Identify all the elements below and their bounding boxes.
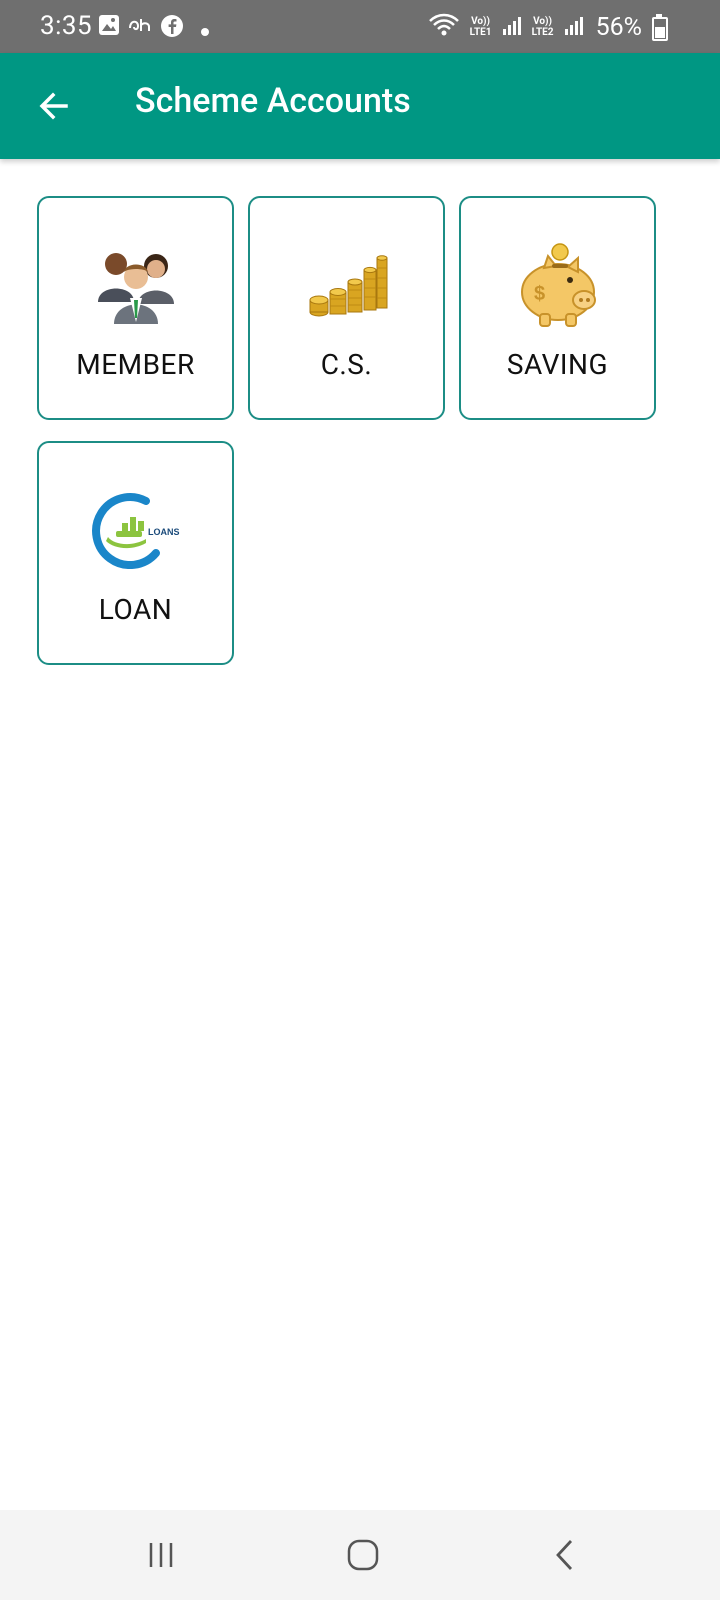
status-bar: 3:35 Vo)) LTE1 Vo)) LTE2 56% [0, 0, 720, 53]
loans-logo-icon: LOANS [86, 487, 186, 577]
signal-2-icon [564, 14, 584, 40]
back-button[interactable] [28, 80, 80, 132]
more-notifications-dot-icon [200, 22, 210, 41]
chevron-left-icon [556, 1540, 573, 1570]
lte1-label: Vo)) LTE1 [469, 16, 492, 38]
battery-percent: 56% [595, 12, 642, 42]
piggy-bank-icon: $ [508, 242, 608, 332]
tile-label: SAVING [506, 348, 609, 381]
tile-label: MEMBER [76, 348, 195, 381]
coin-stacks-icon [297, 242, 397, 332]
status-right-group: Vo)) LTE1 Vo)) LTE2 56% [428, 8, 668, 46]
home-button[interactable] [333, 1530, 393, 1580]
tile-label: C.S. [320, 348, 373, 381]
app-notification-icon [128, 16, 152, 38]
app-bar: Scheme Accounts [0, 53, 720, 159]
home-icon [347, 1539, 379, 1571]
signal-1-icon [502, 14, 522, 40]
recent-apps-icon [149, 1543, 173, 1567]
tile-label: LOAN [98, 593, 173, 626]
tile-loan[interactable]: LOANS LOAN [37, 441, 234, 665]
lte2-label: Vo)) LTE2 [531, 16, 554, 38]
tile-cs[interactable]: C.S. [248, 196, 445, 420]
tile-saving[interactable]: $ SAVING [459, 196, 656, 420]
tile-member[interactable]: MEMBER [37, 196, 234, 420]
nav-back-button[interactable] [535, 1530, 595, 1580]
page-title: Scheme Accounts [135, 81, 411, 121]
loans-logo-text: LOANS [148, 527, 180, 537]
svg-text:$: $ [534, 283, 545, 305]
people-group-icon [86, 242, 186, 332]
battery-icon [652, 14, 668, 41]
facebook-notification-icon [160, 14, 184, 42]
recent-apps-button[interactable] [131, 1530, 191, 1580]
wifi-icon [428, 12, 460, 42]
arrow-left-icon [39, 92, 68, 120]
status-time: 3:35 [40, 11, 93, 41]
gallery-notification-icon [98, 14, 120, 40]
battery-level-fill [655, 26, 665, 38]
system-navigation-bar [0, 1510, 720, 1600]
